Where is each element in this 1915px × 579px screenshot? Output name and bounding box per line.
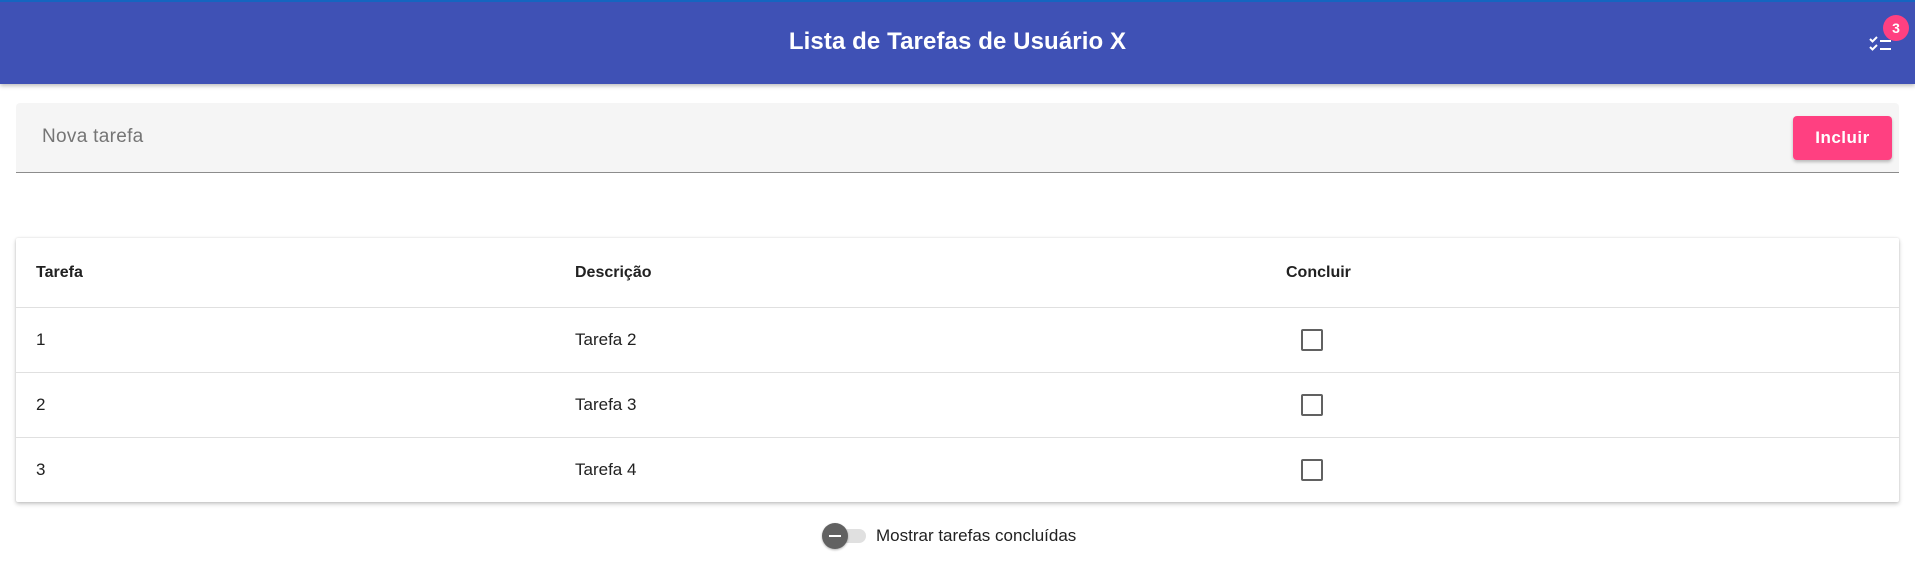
complete-checkbox[interactable] <box>1301 459 1323 481</box>
page-title: Lista de Tarefas de Usuário X <box>788 28 1127 55</box>
task-count-badge: 3 <box>1883 15 1909 41</box>
task-description: Tarefa 4 <box>575 460 637 479</box>
table-row: 3 Tarefa 4 <box>16 438 1899 502</box>
complete-checkbox[interactable] <box>1301 329 1323 351</box>
task-number: 2 <box>36 395 46 414</box>
toggle-switch[interactable] <box>822 523 868 549</box>
column-header-task: Tarefa <box>36 263 83 281</box>
show-completed-toggle[interactable]: Mostrar tarefas concluídas <box>822 523 1076 549</box>
add-task-button[interactable]: Incluir <box>1793 116 1892 160</box>
app-bar: Lista de Tarefas de Usuário X <box>0 0 1915 84</box>
table-row: 2 Tarefa 3 <box>16 373 1899 438</box>
task-number: 3 <box>36 460 46 479</box>
new-task-field <box>16 103 1899 173</box>
new-task-input[interactable] <box>16 103 1786 171</box>
tasks-table: Tarefa Descrição Concluir 1 Tarefa 2 2 T… <box>16 238 1899 502</box>
task-description: Tarefa 3 <box>575 395 637 414</box>
table-row: 1 Tarefa 2 <box>16 308 1899 373</box>
task-description: Tarefa 2 <box>575 330 637 349</box>
toggle-thumb <box>822 523 848 549</box>
column-header-description: Descrição <box>575 263 652 281</box>
complete-checkbox[interactable] <box>1301 394 1323 416</box>
toggle-label: Mostrar tarefas concluídas <box>876 526 1077 545</box>
task-number: 1 <box>36 330 46 349</box>
table-header-row: Tarefa Descrição Concluir <box>16 238 1899 308</box>
column-header-complete: Concluir <box>1286 263 1351 281</box>
